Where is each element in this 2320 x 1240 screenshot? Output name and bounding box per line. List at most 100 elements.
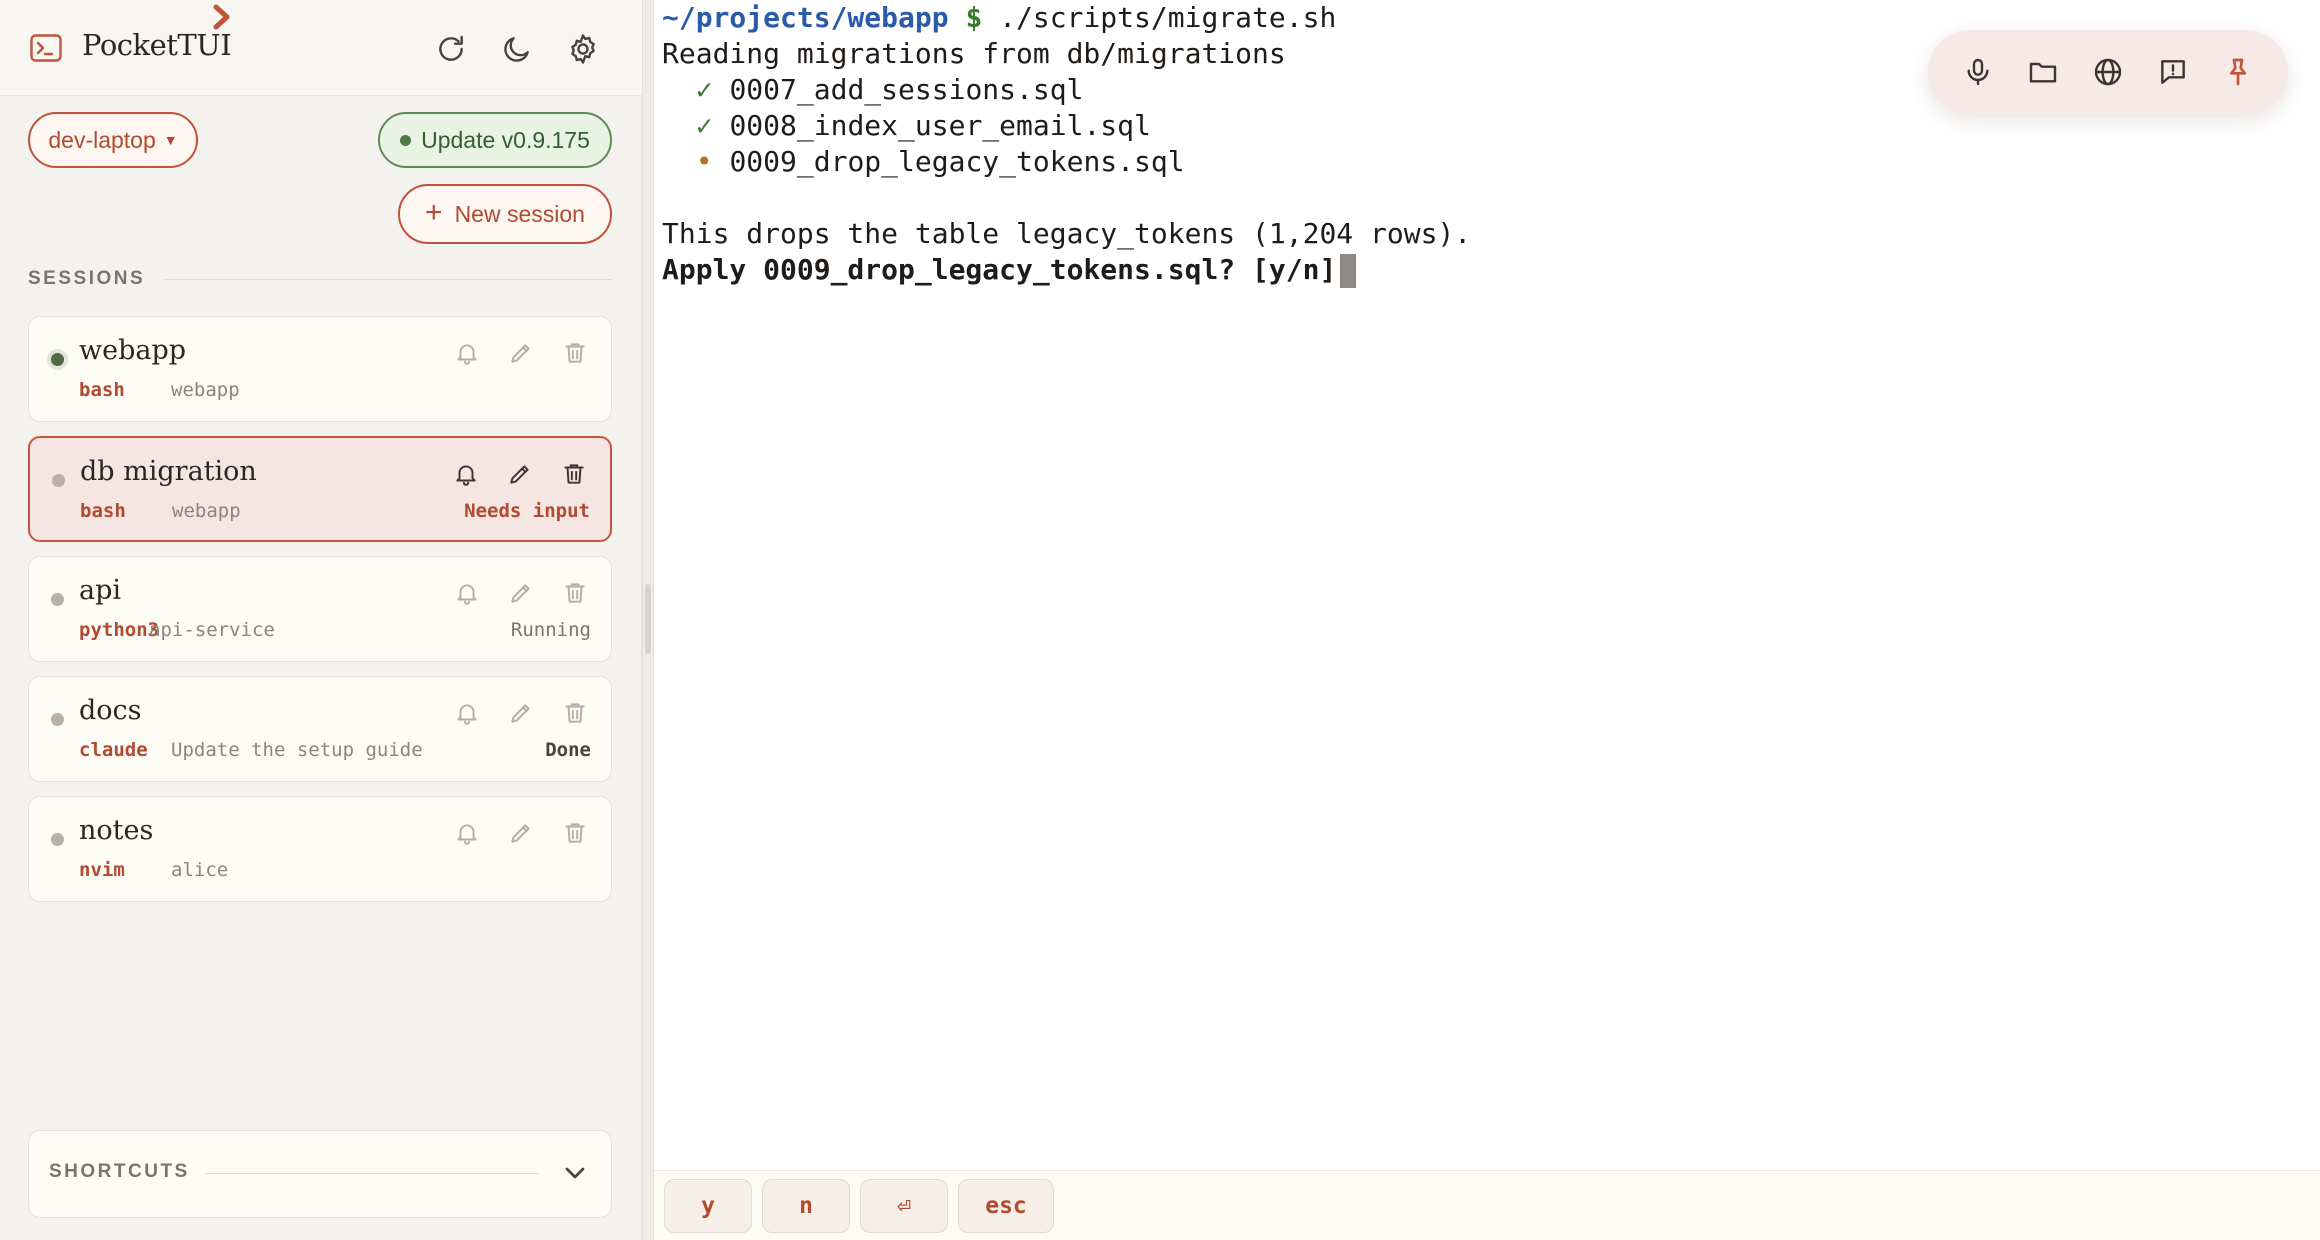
terminal-migration-line: • 0009_drop_legacy_tokens.sql — [662, 144, 2320, 180]
delete-button[interactable] — [559, 337, 591, 369]
notify-button[interactable] — [450, 458, 482, 490]
notify-button[interactable] — [451, 337, 483, 369]
sidebar-resize-handle[interactable] — [642, 0, 654, 1240]
pencil-icon — [511, 344, 530, 363]
pin-icon — [2229, 58, 2246, 86]
voice-input-button[interactable] — [1956, 50, 2000, 94]
session-state: Running — [510, 619, 591, 641]
sidebar-header: PocketTUI — [0, 0, 642, 96]
session-name: notes — [79, 815, 154, 846]
session-command: claude — [79, 739, 148, 761]
check-mark: ✓ — [695, 109, 713, 142]
notify-button[interactable] — [451, 817, 483, 849]
delete-button[interactable] — [559, 697, 591, 729]
floating-toolbar — [1928, 30, 2288, 114]
bell-icon — [457, 704, 477, 725]
trash-icon — [565, 583, 585, 603]
check-mark: ✓ — [695, 73, 713, 106]
terminal-view[interactable]: ~/projects/webapp $ ./scripts/migrate.sh… — [654, 0, 2320, 1170]
files-button[interactable] — [2021, 50, 2065, 94]
key-esc-button[interactable]: esc — [958, 1179, 1054, 1233]
rename-button[interactable] — [505, 577, 537, 609]
rename-button[interactable] — [504, 458, 536, 490]
key-y-button[interactable]: y — [664, 1179, 752, 1233]
browser-button[interactable] — [2086, 50, 2130, 94]
trash-icon — [565, 823, 585, 843]
feedback-button[interactable] — [2151, 50, 2195, 94]
app-name: PocketTUI — [82, 28, 232, 62]
session-state: Needs input — [464, 500, 590, 522]
session-status-dot — [51, 713, 64, 726]
bell-icon — [457, 824, 477, 845]
session-actions — [451, 337, 591, 369]
delete-button[interactable] — [559, 817, 591, 849]
terminal-line: This drops the table legacy_tokens (1,20… — [662, 217, 1472, 250]
session-item-webapp[interactable]: webapp bash webapp — [28, 316, 612, 422]
session-item-db-migration[interactable]: db migration bash webapp Needs input — [28, 436, 612, 542]
session-name: api — [79, 575, 122, 606]
terminal-question-line: Apply 0009_drop_legacy_tokens.sql? [y/n] — [662, 252, 2320, 288]
pencil-icon — [511, 824, 530, 843]
session-detail: Update the setup guide — [171, 739, 423, 761]
sessions-section-title: SESSIONS — [28, 268, 612, 290]
pin-button[interactable] — [2216, 50, 2260, 94]
session-status-dot — [52, 474, 65, 487]
bell-icon — [457, 344, 477, 365]
quick-keys-bar: y n ⏎ esc — [654, 1170, 2320, 1240]
session-state: Done — [545, 739, 591, 761]
refresh-button[interactable] — [432, 30, 470, 68]
pencil-icon — [511, 704, 530, 723]
notify-button[interactable] — [451, 697, 483, 729]
migration-file: 0009_drop_legacy_tokens.sql — [729, 145, 1185, 178]
pending-mark: • — [695, 145, 713, 178]
key-n-button[interactable]: n — [762, 1179, 850, 1233]
session-name: db migration — [80, 456, 257, 487]
session-detail: alice — [171, 859, 229, 881]
notify-button[interactable] — [451, 577, 483, 609]
moon-icon — [504, 37, 529, 62]
trash-icon — [565, 343, 585, 363]
delete-button[interactable] — [559, 577, 591, 609]
session-item-api[interactable]: api python3 api-service Running — [28, 556, 612, 662]
refresh-icon — [439, 35, 463, 61]
rename-button[interactable] — [505, 817, 537, 849]
update-button[interactable]: Update v0.9.175 — [378, 112, 612, 168]
sessions-title-text: SESSIONS — [28, 268, 146, 289]
theme-toggle-button[interactable] — [498, 30, 536, 68]
microphone-icon — [1967, 58, 1989, 86]
settings-button[interactable] — [564, 30, 602, 68]
session-name: webapp — [79, 335, 187, 366]
update-label: Update v0.9.175 — [421, 126, 590, 153]
prompt-symbol: $ — [965, 1, 983, 34]
session-detail: webapp — [171, 379, 240, 401]
folder-icon — [2029, 62, 2057, 83]
bell-icon — [456, 465, 476, 486]
resize-grip — [645, 584, 651, 654]
delete-button[interactable] — [558, 458, 590, 490]
divider — [165, 278, 612, 280]
pencil-icon — [511, 584, 530, 603]
terminal-cursor — [1340, 254, 1357, 288]
session-item-notes[interactable]: notes nvim alice — [28, 796, 612, 902]
session-status-dot — [51, 833, 64, 846]
session-detail: api-service — [149, 619, 275, 641]
session-status-dot — [51, 593, 64, 606]
shortcuts-panel-toggle[interactable]: SHORTCUTS — [28, 1130, 612, 1218]
session-name: docs — [79, 695, 142, 726]
session-actions — [451, 817, 591, 849]
sidebar: PocketTUI dev-laptop ▼ Update v0.9.175 +… — [0, 0, 642, 1240]
rename-button[interactable] — [505, 697, 537, 729]
rename-button[interactable] — [505, 337, 537, 369]
session-command: python3 — [79, 619, 160, 641]
bell-icon — [457, 584, 477, 605]
host-label: dev-laptop — [48, 126, 156, 153]
trash-icon — [564, 464, 584, 484]
new-session-button[interactable]: + New session — [398, 184, 612, 244]
prompt-path: ~/projects/webapp — [662, 1, 949, 34]
session-item-docs[interactable]: docs claude Update the setup guide Done — [28, 676, 612, 782]
host-selector[interactable]: dev-laptop ▼ — [28, 112, 198, 168]
migration-file: 0007_add_sessions.sql — [729, 73, 1084, 106]
key-enter-button[interactable]: ⏎ — [860, 1179, 948, 1233]
chevron-right-icon — [213, 4, 230, 30]
